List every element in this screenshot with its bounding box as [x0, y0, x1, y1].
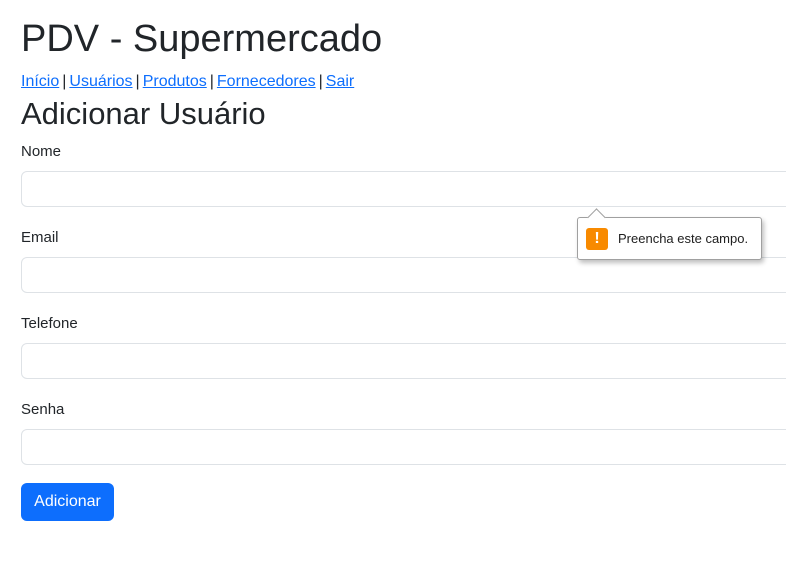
password-input[interactable]: [21, 429, 786, 465]
nav-separator: |: [135, 73, 140, 90]
nav-separator: |: [209, 73, 214, 90]
nav-link-inicio[interactable]: Início: [21, 73, 59, 90]
nav-separator: |: [318, 73, 323, 90]
page-heading: Adicionar Usuário: [21, 96, 266, 131]
nav-link-fornecedores[interactable]: Fornecedores: [217, 73, 316, 90]
nav-separator: |: [62, 73, 67, 90]
main-nav: Início | Usuários | Produtos | Fornecedores | Sa…: [21, 71, 354, 93]
phone-input[interactable]: [21, 343, 786, 379]
nav-link-sair[interactable]: Sair: [326, 73, 354, 90]
name-label: Nome: [21, 143, 62, 160]
warning-icon: !: [586, 227, 608, 250]
add-button[interactable]: Adicionar: [21, 483, 114, 521]
name-input[interactable]: [21, 171, 786, 207]
phone-label: Telefone: [21, 315, 78, 332]
password-label: Senha: [21, 401, 65, 418]
email-input[interactable]: [21, 257, 786, 293]
nav-link-produtos[interactable]: Produtos: [143, 73, 207, 90]
validation-tooltip: ! Preencha este campo.: [577, 208, 762, 260]
tooltip-message: Preencha este campo.: [618, 231, 749, 246]
nav-link-usuarios[interactable]: Usuários: [69, 73, 132, 90]
email-label: Email: [21, 229, 59, 246]
app-title: PDV - Supermercado: [21, 18, 383, 60]
tooltip-arrow: [587, 208, 606, 227]
page: PDV - Supermercado Início | Usuários | Produ…: [0, 0, 786, 583]
